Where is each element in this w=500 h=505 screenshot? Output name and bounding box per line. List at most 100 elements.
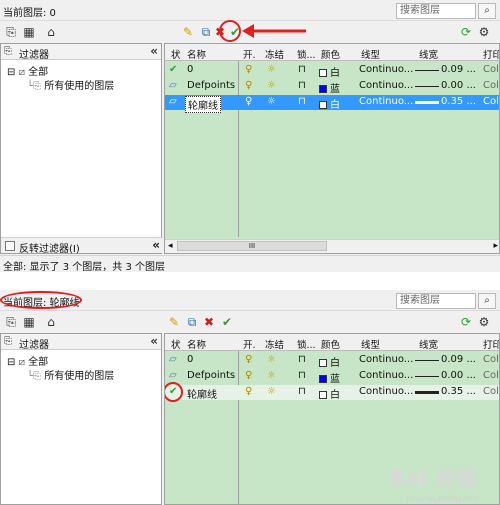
lock-icon[interactable]: ⊓: [298, 64, 306, 75]
col-name[interactable]: 名称: [187, 337, 206, 351]
new-layer-vp-frozen-icon[interactable]: ⧉: [184, 314, 200, 330]
lineweight-cell[interactable]: 0.09 ...: [441, 64, 476, 75]
linetype-cell[interactable]: Continuo...: [359, 64, 413, 75]
tree-node-used[interactable]: └⎘ 所有使用的图层: [27, 77, 114, 92]
lock-icon[interactable]: ⊓: [298, 354, 306, 365]
linetype-cell[interactable]: Continuo...: [359, 370, 413, 381]
bulb-icon[interactable]: ♀: [245, 386, 252, 397]
layer-state-manager-icon[interactable]: ⌂: [43, 314, 59, 330]
layer-row[interactable]: ▱ Defpoints ♀ ☼ ⊓ 蓝 Continuo... 0.00 ...…: [165, 79, 499, 95]
plot-style-cell[interactable]: Col: [483, 354, 499, 365]
col-linetype[interactable]: 线型: [361, 47, 380, 61]
refresh-icon[interactable]: ⟳: [458, 314, 474, 330]
search-layers-input[interactable]: 搜索图层: [396, 293, 476, 309]
layer-name[interactable]: Defpoints: [187, 80, 235, 91]
layer-row-current[interactable]: ✔ 轮廓线 ♀ ☼ ⊓ 白 Continuo... 0.35 ... Col: [165, 385, 499, 401]
lineweight-cell[interactable]: 0.35 ...: [441, 386, 476, 397]
color-cell[interactable]: 蓝: [319, 80, 340, 95]
bulb-icon[interactable]: ♀: [245, 354, 252, 365]
tree-node-all[interactable]: ⊟ ⧄ 全部: [7, 63, 48, 78]
col-plot[interactable]: 打印: [483, 47, 499, 61]
col-freeze[interactable]: 冻结: [265, 47, 284, 61]
lock-icon[interactable]: ⊓: [298, 370, 306, 381]
search-icon[interactable]: ⌕: [478, 293, 496, 309]
layer-name[interactable]: 0: [187, 354, 193, 365]
new-layer-icon[interactable]: ✎: [180, 24, 196, 40]
col-freeze[interactable]: 冻结: [265, 337, 284, 351]
plot-style-cell[interactable]: Col: [483, 386, 499, 397]
collapse-icon[interactable]: «: [150, 44, 158, 58]
col-color[interactable]: 颜色: [321, 47, 340, 61]
color-cell[interactable]: 蓝: [319, 370, 340, 385]
color-cell[interactable]: 白: [319, 64, 340, 79]
lineweight-cell[interactable]: 0.09 ...: [441, 354, 476, 365]
bulb-icon[interactable]: ♀: [245, 96, 252, 107]
search-layers-input[interactable]: 搜索图层: [396, 3, 476, 19]
plot-style-cell[interactable]: Col: [483, 80, 499, 91]
col-linetype[interactable]: 线型: [361, 337, 380, 351]
layer-name[interactable]: Defpoints: [187, 370, 235, 381]
linetype-cell[interactable]: Continuo...: [359, 96, 413, 107]
col-on[interactable]: 开.: [243, 337, 256, 351]
scroll-left-icon[interactable]: ◂: [168, 241, 173, 251]
color-cell[interactable]: 白: [319, 386, 340, 401]
col-lock[interactable]: 锁...: [297, 337, 316, 351]
col-name[interactable]: 名称: [187, 47, 206, 61]
plot-style-cell[interactable]: Col: [483, 64, 499, 75]
sun-icon[interactable]: ☼: [267, 96, 276, 107]
plot-style-cell[interactable]: Col: [483, 370, 499, 381]
settings-icon[interactable]: ⚙: [476, 24, 492, 40]
layer-row[interactable]: ✔ 0 ♀ ☼ ⊓ 白 Continuo... 0.09 ... Col: [165, 63, 499, 79]
layer-row[interactable]: ▱ Defpoints ♀ ☼ ⊓ 蓝 Continuo... 0.00 ...…: [165, 369, 499, 385]
col-plot[interactable]: 打印: [483, 337, 499, 351]
sun-icon[interactable]: ☼: [267, 370, 276, 381]
linetype-cell[interactable]: Continuo...: [359, 80, 413, 91]
layer-name[interactable]: 轮廓线: [187, 386, 217, 401]
delete-layer-icon[interactable]: ✖: [201, 314, 217, 330]
layer-state-manager-icon[interactable]: ⌂: [43, 24, 59, 40]
lock-icon[interactable]: ⊓: [298, 96, 306, 107]
lock-icon[interactable]: ⊓: [298, 386, 306, 397]
invert-filter-checkbox[interactable]: [5, 241, 15, 251]
new-group-filter-icon[interactable]: ▦: [21, 24, 37, 40]
layer-row-selected[interactable]: ▱ 轮廓线 ♀ ☼ ⊓ 白 Continuo... 0.35 ... Col: [165, 95, 499, 113]
col-lock[interactable]: 锁...: [297, 47, 316, 61]
sun-icon[interactable]: ☼: [267, 64, 276, 75]
lineweight-cell[interactable]: 0.00 ...: [441, 80, 476, 91]
sun-icon[interactable]: ☼: [267, 354, 276, 365]
col-on[interactable]: 开.: [243, 47, 256, 61]
col-color[interactable]: 颜色: [321, 337, 340, 351]
bulb-icon[interactable]: ♀: [245, 370, 252, 381]
layer-name-edit[interactable]: 轮廓线: [185, 96, 221, 113]
tree-node-all[interactable]: ⊟ ⧄ 全部: [7, 353, 48, 368]
col-status[interactable]: 状: [171, 47, 181, 61]
new-layer-icon[interactable]: ✎: [166, 314, 182, 330]
tree-node-used[interactable]: └⎘ 所有使用的图层: [27, 367, 114, 382]
lock-icon[interactable]: ⊓: [298, 80, 306, 91]
sun-icon[interactable]: ☼: [267, 80, 276, 91]
horizontal-scrollbar[interactable]: ◂ III ▸: [165, 239, 499, 253]
col-status[interactable]: 状: [171, 337, 181, 351]
settings-icon[interactable]: ⚙: [476, 314, 492, 330]
color-cell[interactable]: 白: [319, 96, 340, 111]
bulb-icon[interactable]: ♀: [245, 80, 252, 91]
refresh-icon[interactable]: ⟳: [458, 24, 474, 40]
search-icon[interactable]: ⌕: [478, 3, 496, 19]
collapse-icon[interactable]: «: [150, 334, 158, 348]
scroll-right-icon[interactable]: ▸: [493, 241, 498, 251]
new-property-filter-icon[interactable]: ⎘: [3, 24, 19, 40]
plot-style-cell[interactable]: Col: [483, 96, 499, 107]
lineweight-cell[interactable]: 0.35 ...: [441, 96, 476, 107]
new-property-filter-icon[interactable]: ⎘: [3, 314, 19, 330]
collapse-icon[interactable]: «: [152, 238, 160, 252]
bulb-icon[interactable]: ♀: [245, 64, 252, 75]
col-lineweight[interactable]: 线宽: [419, 47, 438, 61]
linetype-cell[interactable]: Continuo...: [359, 386, 413, 397]
new-group-filter-icon[interactable]: ▦: [21, 314, 37, 330]
linetype-cell[interactable]: Continuo...: [359, 354, 413, 365]
color-cell[interactable]: 白: [319, 354, 340, 369]
col-lineweight[interactable]: 线宽: [419, 337, 438, 351]
scroll-thumb[interactable]: III: [177, 241, 327, 251]
sun-icon[interactable]: ☼: [267, 386, 276, 397]
layer-name[interactable]: 0: [187, 64, 193, 75]
